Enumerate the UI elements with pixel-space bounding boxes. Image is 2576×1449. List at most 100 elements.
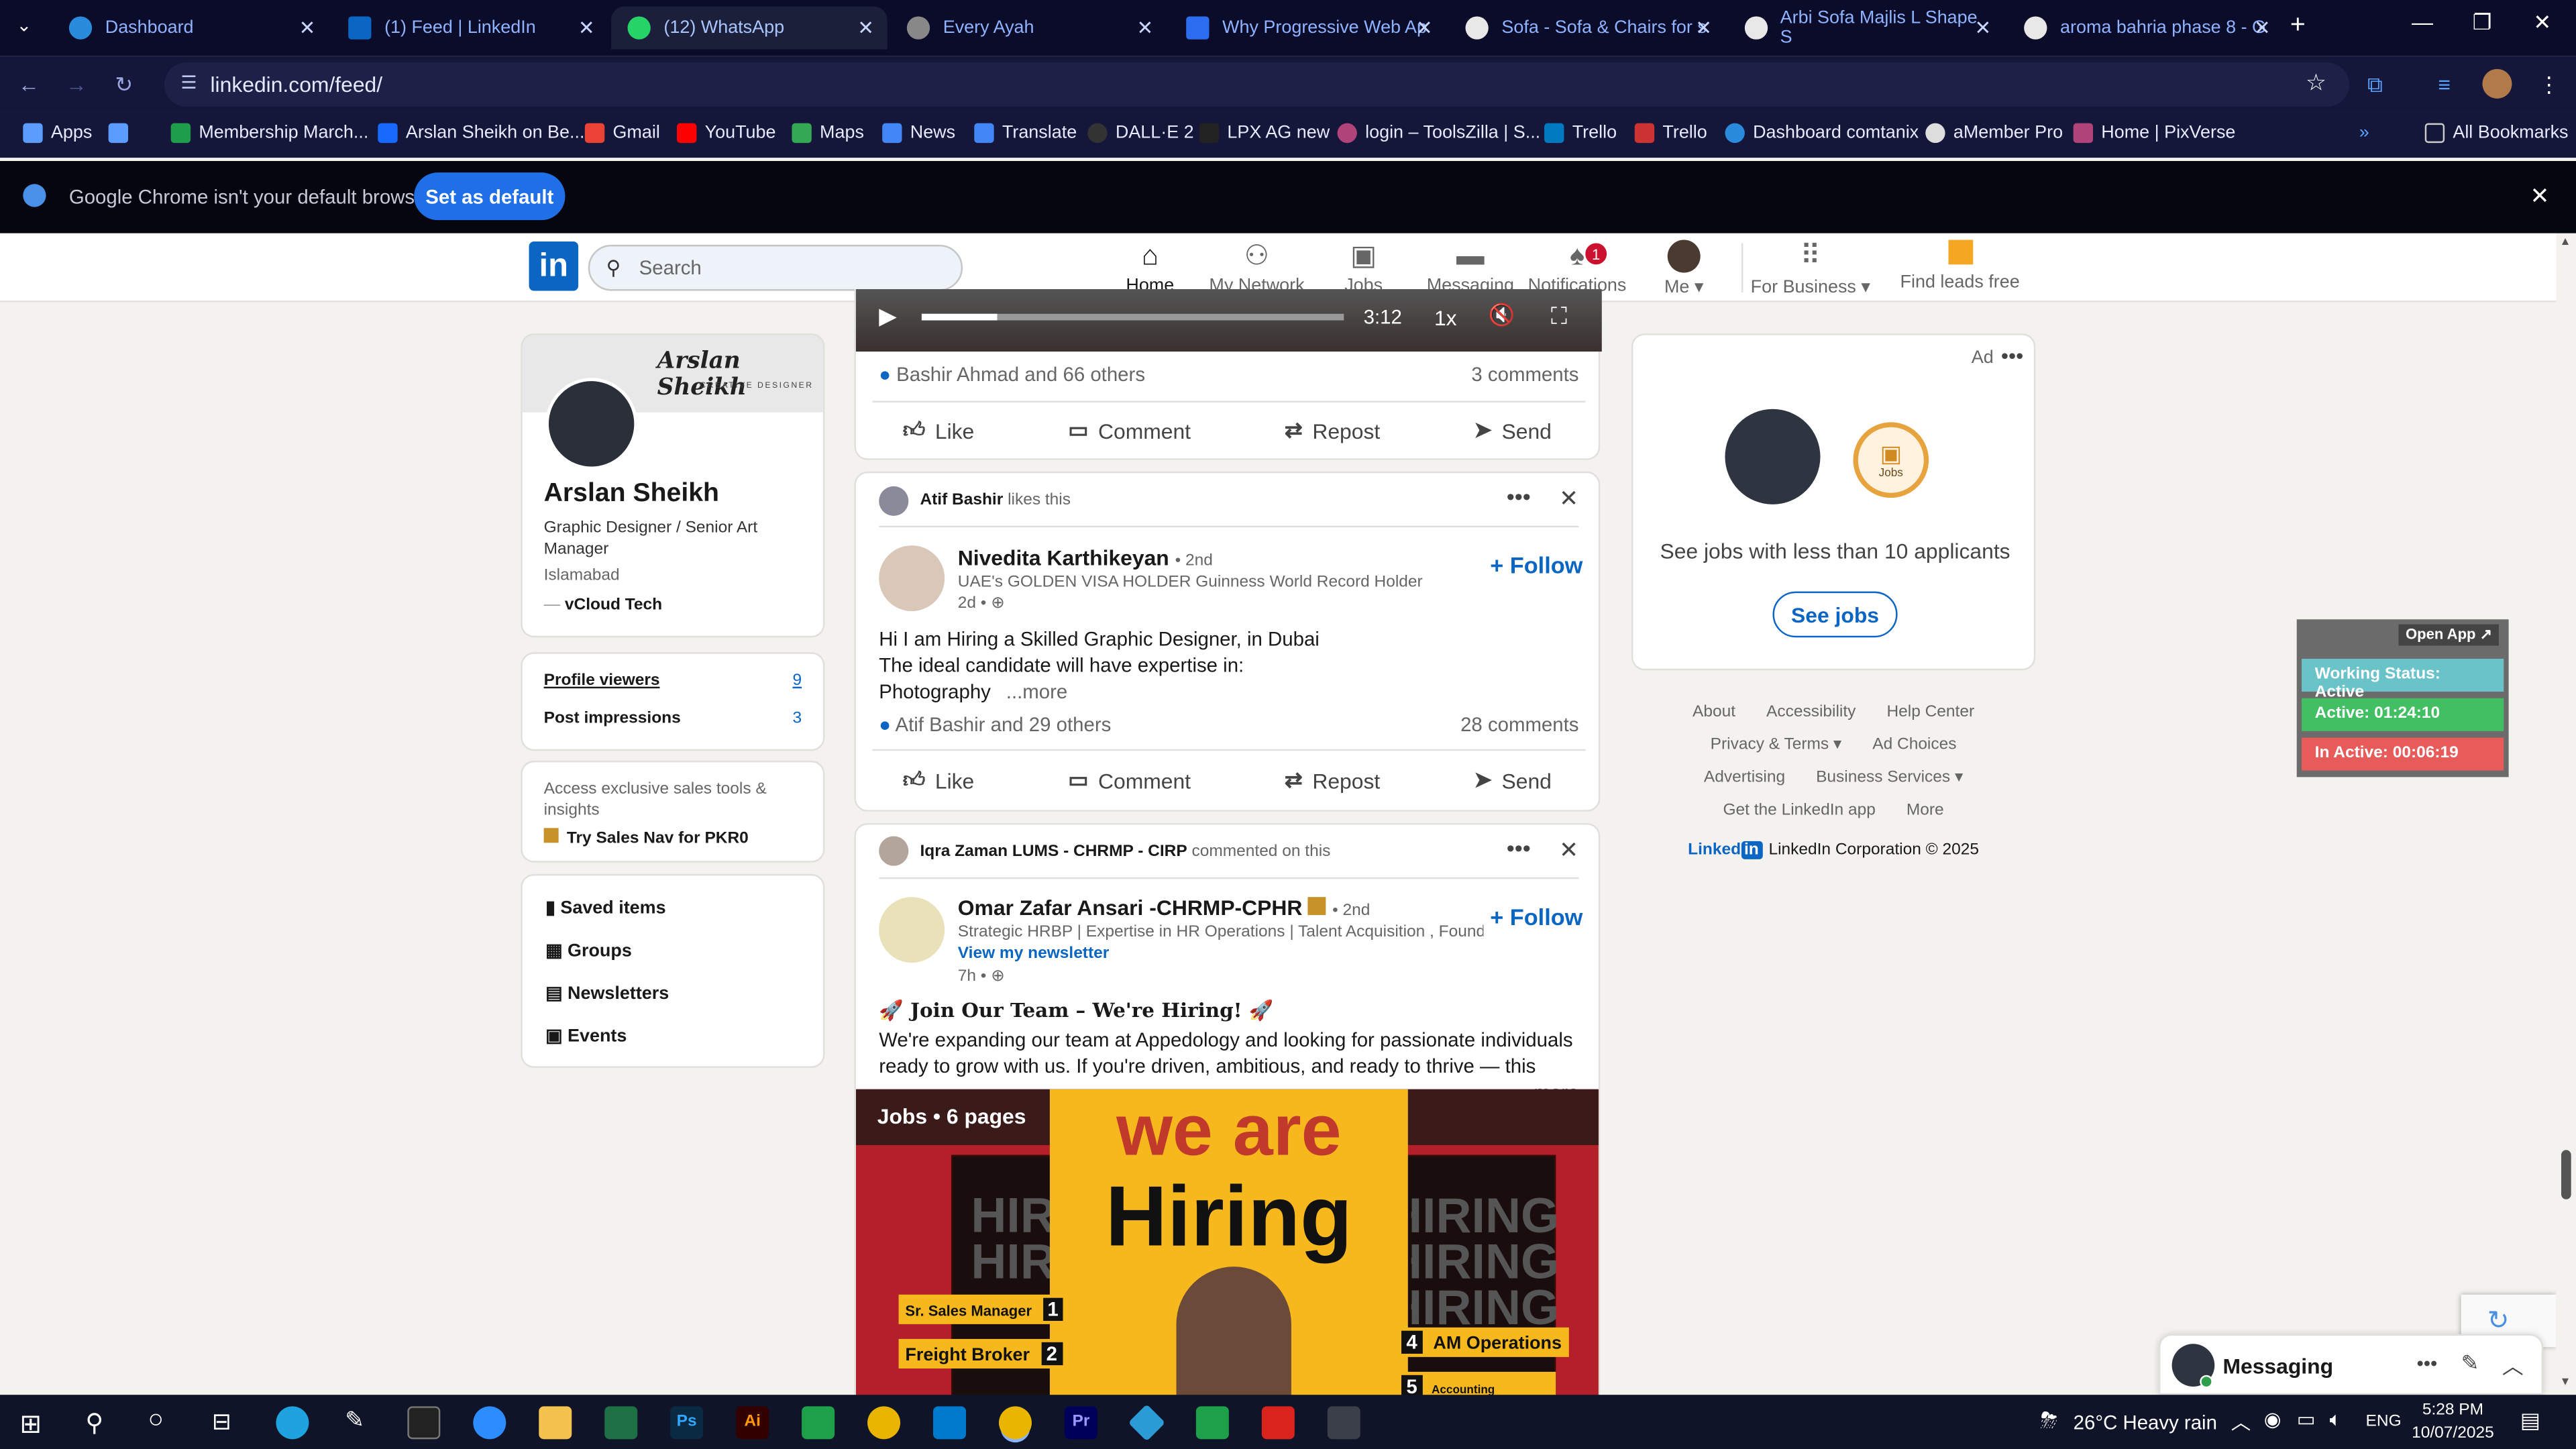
bookmark-pixverse[interactable]: Home | PixVerse [2073, 123, 2235, 144]
chrome-menu-icon[interactable]: ⋮ [2538, 72, 2560, 99]
messaging-overlay[interactable]: Messaging ••• ✎ ︿ [2158, 1334, 2544, 1395]
weather-text[interactable]: 26°C Heavy rain [2074, 1411, 2217, 1434]
clock[interactable]: 5:28 PM 10/07/2025 [2412, 1400, 2494, 1446]
nav-messaging[interactable]: ▬ Messaging [1413, 240, 1527, 296]
zoom-icon[interactable] [473, 1406, 506, 1440]
nav-me[interactable]: Me ▾ [1627, 239, 1741, 297]
saved-items-link[interactable]: ▮ Saved items [545, 897, 666, 918]
chevron-up-icon[interactable]: ︿ [2502, 1349, 2524, 1381]
bookmark-membership[interactable]: Membership March... [170, 123, 368, 144]
author-avatar[interactable] [879, 897, 945, 963]
nav-jobs[interactable]: ▣ Jobs [1306, 240, 1421, 296]
back-arrow-icon[interactable]: ← [18, 72, 40, 97]
author-name-line[interactable]: Omar Zafar Ansari -CHRMP-CPHR • 2nd [958, 896, 1371, 920]
play-icon[interactable]: ▶ [879, 303, 896, 331]
post-reactions[interactable]: ● Bashir Ahmad and 66 others [879, 363, 1145, 386]
tab-every-ayah[interactable]: Every Ayah ✕ [890, 7, 1166, 50]
messaging-more-icon[interactable]: ••• [2416, 1352, 2437, 1375]
tab-aroma-bahria[interactable]: aroma bahria phase 8 - G ✕ [2008, 7, 2284, 50]
pen-tool-icon[interactable]: ✎ [345, 1406, 364, 1434]
file-explorer-icon[interactable] [539, 1406, 572, 1440]
comments-count[interactable]: 3 comments [1471, 363, 1578, 386]
more-options-icon[interactable]: ••• [1507, 835, 1531, 861]
acrobat-icon[interactable] [1261, 1406, 1295, 1440]
video-progress-bar[interactable] [921, 313, 1344, 321]
ad-options-icon[interactable]: ••• [2001, 343, 2023, 368]
tab-close-icon[interactable]: ✕ [299, 16, 316, 39]
playback-speed-button[interactable]: 1x [1434, 306, 1457, 331]
bookmarks-overflow-icon[interactable]: » [2359, 123, 2369, 143]
video-player[interactable]: ▶ 3:12 1x 🔇 ⛶ [855, 289, 1602, 352]
illustrator-icon[interactable]: Ai [736, 1406, 769, 1440]
dismiss-icon[interactable]: ✕ [1559, 837, 1578, 865]
cortana-icon[interactable]: ○ [148, 1406, 164, 1436]
infobar-close-icon[interactable]: ✕ [2530, 182, 2549, 211]
excel-icon[interactable] [604, 1406, 638, 1440]
tab-linkedin[interactable]: (1) Feed | LinkedIn ✕ [332, 7, 608, 50]
vpn-icon[interactable] [1128, 1404, 1166, 1442]
comments-count[interactable]: 28 comments [1460, 713, 1578, 736]
follow-button[interactable]: + Follow [1490, 904, 1582, 930]
follow-button[interactable]: + Follow [1490, 552, 1582, 578]
new-tab-plus-icon[interactable]: + [2290, 11, 2306, 41]
tab-close-icon[interactable]: ✕ [1975, 16, 1992, 39]
terminal-icon[interactable] [407, 1406, 441, 1440]
scrollbar-thumb[interactable] [2561, 1150, 2571, 1199]
language-indicator[interactable]: ENG [2366, 1413, 2402, 1431]
reading-list-icon[interactable]: ≡ [2438, 72, 2451, 97]
taskbar-search-icon[interactable]: ⚲ [85, 1408, 103, 1438]
address-bar[interactable]: ☰ linkedin.com/feed/ ☆ [164, 62, 2350, 107]
bookmark-toolszilla[interactable]: login – ToolsZilla | S... [1337, 123, 1540, 144]
profile-viewers-count[interactable]: 9 [792, 672, 802, 690]
footer-link-help[interactable]: Help Center [1886, 703, 1974, 721]
context-avatar[interactable] [879, 486, 909, 516]
site-info-icon[interactable]: ☰ [180, 72, 197, 93]
see-more-link[interactable]: ...more [1006, 680, 1067, 703]
edge-icon[interactable] [276, 1406, 309, 1440]
forward-arrow-icon[interactable]: → [66, 72, 87, 97]
bookmark-behance[interactable]: Arslan Sheikh on Be... [378, 123, 584, 144]
repost-button[interactable]: ⇄ Repost [1285, 417, 1380, 443]
more-options-icon[interactable]: ••• [1507, 483, 1531, 509]
bookmark-trello-1[interactable]: Trello [1544, 123, 1617, 144]
bookmark-translate[interactable]: Translate [974, 123, 1077, 144]
green-app-2-icon[interactable] [1195, 1406, 1229, 1440]
like-button[interactable]: 👍︎ Like [903, 417, 974, 443]
chrome-profile-avatar[interactable] [2482, 68, 2512, 99]
tab-arbi-sofa[interactable]: Arbi Sofa Majlis L Shape S ✕ [1728, 7, 2004, 50]
weather-icon[interactable]: ⛈ [2041, 1408, 2057, 1434]
extensions-icon[interactable]: ⧉ [2367, 72, 2383, 99]
profile-company[interactable]: — vCloud Tech [544, 596, 662, 614]
notification-center-icon[interactable]: ▤ [2520, 1408, 2540, 1434]
network-tray-icon[interactable]: ▭ [2297, 1408, 2316, 1431]
footer-link-business[interactable]: Business Services ▾ [1816, 769, 1963, 787]
author-avatar[interactable] [879, 545, 945, 612]
nav-notifications[interactable]: ♠ 1 Notifications [1519, 240, 1634, 296]
set-as-default-button[interactable]: Set as default [414, 172, 566, 221]
profile-viewers-link[interactable]: Profile viewers [544, 672, 660, 690]
footer-link-more[interactable]: More [1907, 802, 1944, 820]
context-name[interactable]: Iqra Zaman LUMS - CHRMP - CIRP [920, 843, 1187, 861]
vscode-icon[interactable] [933, 1406, 967, 1440]
task-view-icon[interactable]: ⊟ [212, 1408, 231, 1436]
dismiss-icon[interactable]: ✕ [1559, 484, 1578, 513]
green-app-icon[interactable] [802, 1406, 835, 1440]
volume-icon[interactable]: 🔈︎ [2330, 1408, 2342, 1433]
tab-search-chevron-icon[interactable]: ⌄ [16, 15, 32, 36]
nav-my-network[interactable]: ⚇ My Network [1199, 240, 1314, 296]
calculator-icon[interactable] [1327, 1406, 1360, 1440]
tab-sofa[interactable]: Sofa - Sofa & Chairs for s ✕ [1449, 7, 1725, 50]
like-button[interactable]: 👍︎ Like [903, 767, 974, 794]
comment-button[interactable]: ▭ Comment [1068, 767, 1191, 794]
search-input[interactable]: ⚲ Search [588, 244, 963, 291]
send-button[interactable]: ➤ Send [1474, 417, 1552, 443]
tab-pwa[interactable]: Why Progressive Web Ap ✕ [1170, 7, 1446, 50]
post-impressions-count[interactable]: 3 [792, 710, 802, 728]
bookmark-gmail[interactable]: Gmail [584, 123, 660, 144]
view-newsletter-link[interactable]: View my newsletter [958, 945, 1110, 963]
tray-icon[interactable]: ◉ [2264, 1408, 2282, 1431]
tab-close-icon[interactable]: ✕ [1137, 16, 1154, 39]
bookmark-dalle[interactable]: DALL·E 2 [1087, 123, 1194, 144]
tray-chevron-icon[interactable]: ︿ [2231, 1408, 2251, 1436]
nav-find-leads[interactable]: Find leads free [1898, 239, 2023, 292]
